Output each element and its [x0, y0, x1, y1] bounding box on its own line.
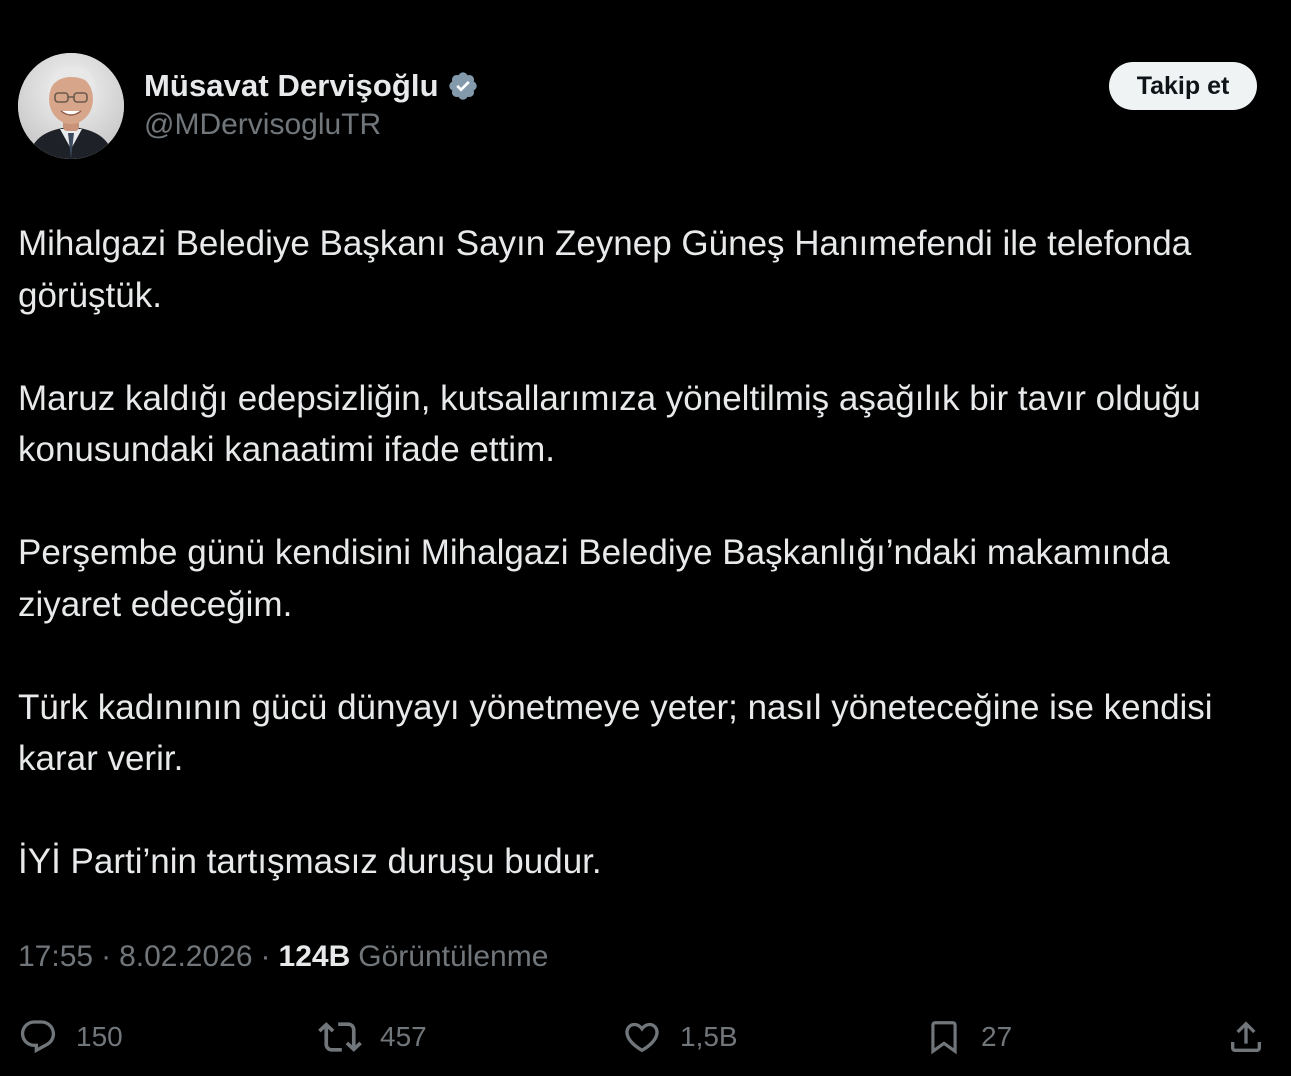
like-button[interactable]: 1,5B: [622, 1012, 738, 1062]
bookmark-count: 27: [981, 1021, 1013, 1052]
tweet-card: Müsavat Dervişoğlu @MDervisogluTR Takip …: [0, 0, 1291, 1076]
action-bar: 150 457 1,5B 27: [0, 1012, 1291, 1062]
reply-button[interactable]: 150: [18, 1012, 123, 1062]
tweet-text: Mihalgazi Belediye Başkanı Sayın Zeynep …: [18, 218, 1273, 888]
avatar-image: [18, 53, 124, 159]
retweet-icon: [318, 1022, 362, 1052]
views-count[interactable]: 124B: [279, 940, 351, 974]
like-count: 1,5B: [680, 1021, 738, 1052]
views-label: Görüntülenme: [358, 940, 549, 973]
tweet-paragraph: Maruz kaldığı edepsizliğin, kutsallarımı…: [18, 378, 1201, 470]
tweet-date[interactable]: 8.02.2026: [119, 940, 252, 974]
bookmark-icon: [931, 1021, 957, 1055]
author-handle[interactable]: @MDervisogluTR: [144, 108, 381, 142]
bookmark-button[interactable]: 27: [925, 1012, 1012, 1062]
share-button[interactable]: [1226, 1012, 1266, 1062]
retweet-count: 457: [380, 1021, 427, 1052]
avatar[interactable]: [18, 53, 124, 159]
reply-count: 150: [76, 1021, 123, 1052]
follow-button[interactable]: Takip et: [1109, 62, 1257, 110]
share-icon: [1231, 1021, 1261, 1052]
author-name-row: Müsavat Dervişoğlu: [144, 66, 479, 106]
tweet-paragraph: Türk kadınının gücü dünyayı yönetmeye ye…: [18, 687, 1213, 779]
heart-icon: [625, 1022, 659, 1053]
reply-icon: [20, 1020, 56, 1054]
verified-badge-icon: [447, 70, 479, 102]
tweet-meta: 17:55 · 8.02.2026 · 124B Görüntülenme: [18, 940, 548, 974]
tweet-paragraph: Perşembe günü kendisini Mihalgazi Beledi…: [18, 533, 1170, 624]
author-display-name[interactable]: Müsavat Dervişoğlu: [144, 68, 439, 104]
tweet-time[interactable]: 17:55: [18, 940, 93, 974]
retweet-button[interactable]: 457: [318, 1012, 427, 1062]
tweet-paragraph: İYİ Parti’nin tartışmasız duruşu budur.: [18, 842, 602, 881]
meta-separator: ·: [260, 940, 271, 973]
tweet-paragraph: Mihalgazi Belediye Başkanı Sayın Zeynep …: [18, 224, 1192, 315]
meta-separator: ·: [101, 940, 112, 973]
